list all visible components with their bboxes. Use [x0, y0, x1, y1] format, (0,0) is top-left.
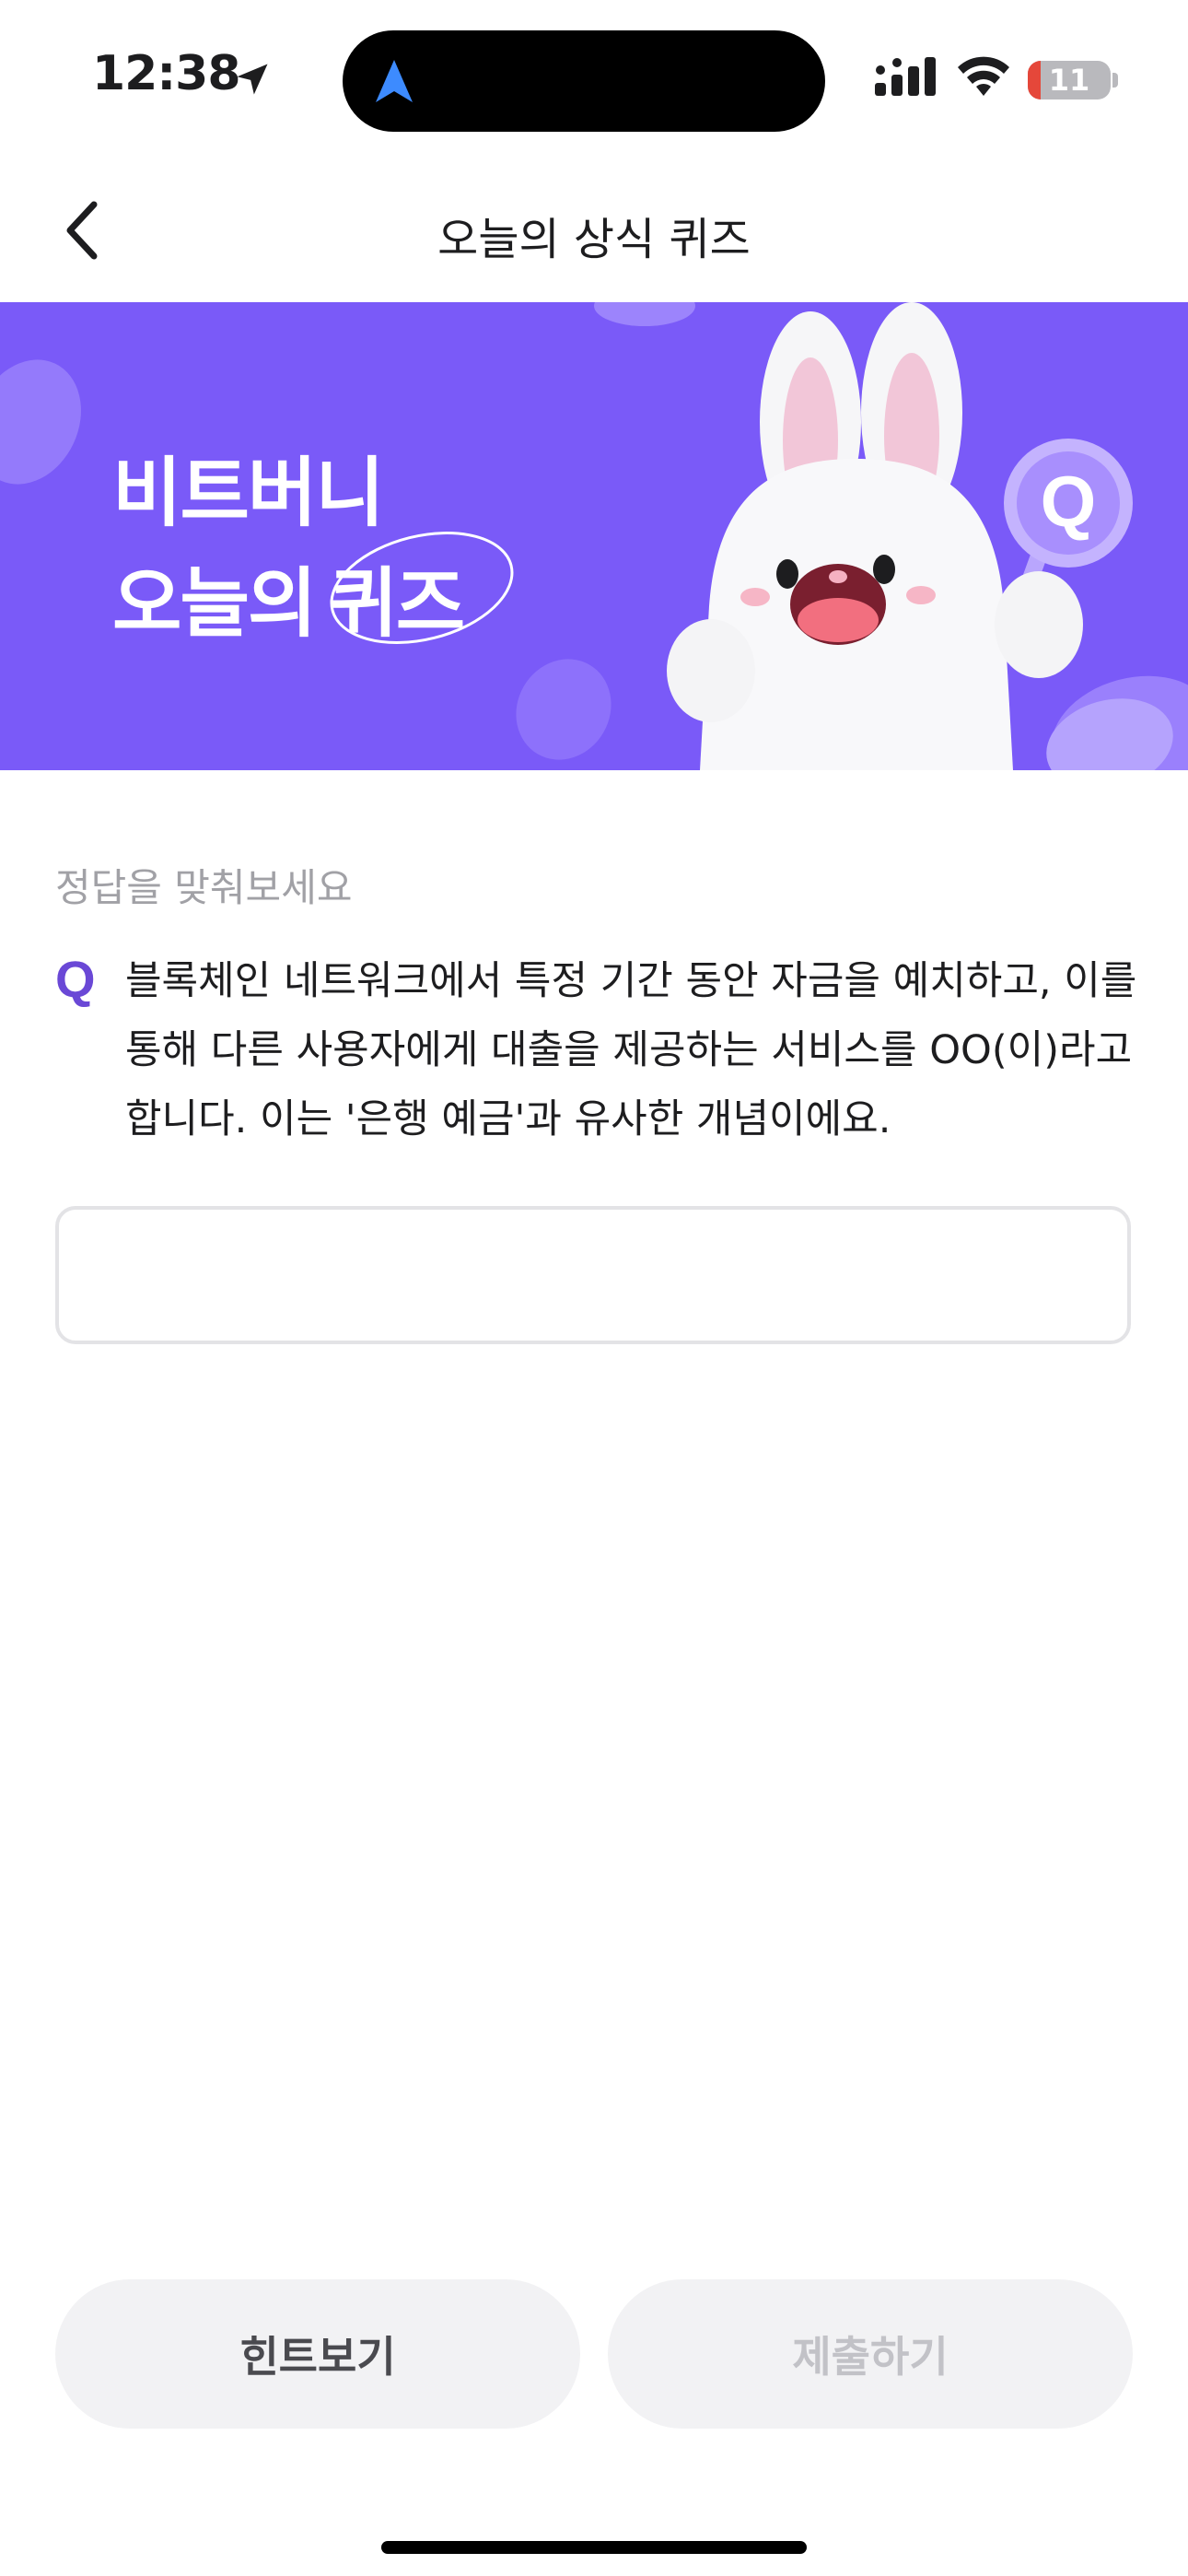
status-time: 12:38 — [92, 46, 241, 101]
battery-level-text: 11 — [1048, 63, 1090, 98]
hint-button[interactable]: 힌트보기 — [55, 2279, 580, 2429]
location-arrow-icon — [237, 64, 268, 95]
question-label: Q — [55, 950, 96, 1008]
nav-header: 오늘의 상식 퀴즈 — [0, 157, 1188, 302]
battery-icon: 11 — [1028, 61, 1111, 100]
navigation-icon — [376, 60, 413, 102]
status-bar: 12:38 11 — [0, 0, 1188, 157]
banner-title-line1: 비트버니 — [112, 450, 385, 537]
svg-text:Q: Q — [1041, 461, 1097, 542]
banner-title-prefix: 오늘의 — [112, 560, 317, 648]
signal-icon — [875, 57, 936, 96]
home-indicator[interactable] — [381, 2541, 807, 2554]
answer-input[interactable] — [55, 1206, 1131, 1344]
page-title: 오늘의 상식 퀴즈 — [437, 214, 751, 265]
quiz-banner: Q 비트버니 오늘의 퀴즈 — [0, 302, 1188, 770]
dynamic-island — [343, 30, 825, 132]
battery-cap — [1112, 73, 1118, 88]
question-text: 블록체인 네트워크에서 특정 기간 동안 자금을 예치하고, 이를 통해 다른 … — [125, 958, 1137, 1142]
highlight-ellipse — [330, 532, 514, 644]
submit-button[interactable]: 제출하기 — [608, 2279, 1133, 2429]
wifi-icon — [958, 56, 1009, 96]
quiz-instruction: 정답을 맞춰보세요 — [55, 865, 353, 910]
